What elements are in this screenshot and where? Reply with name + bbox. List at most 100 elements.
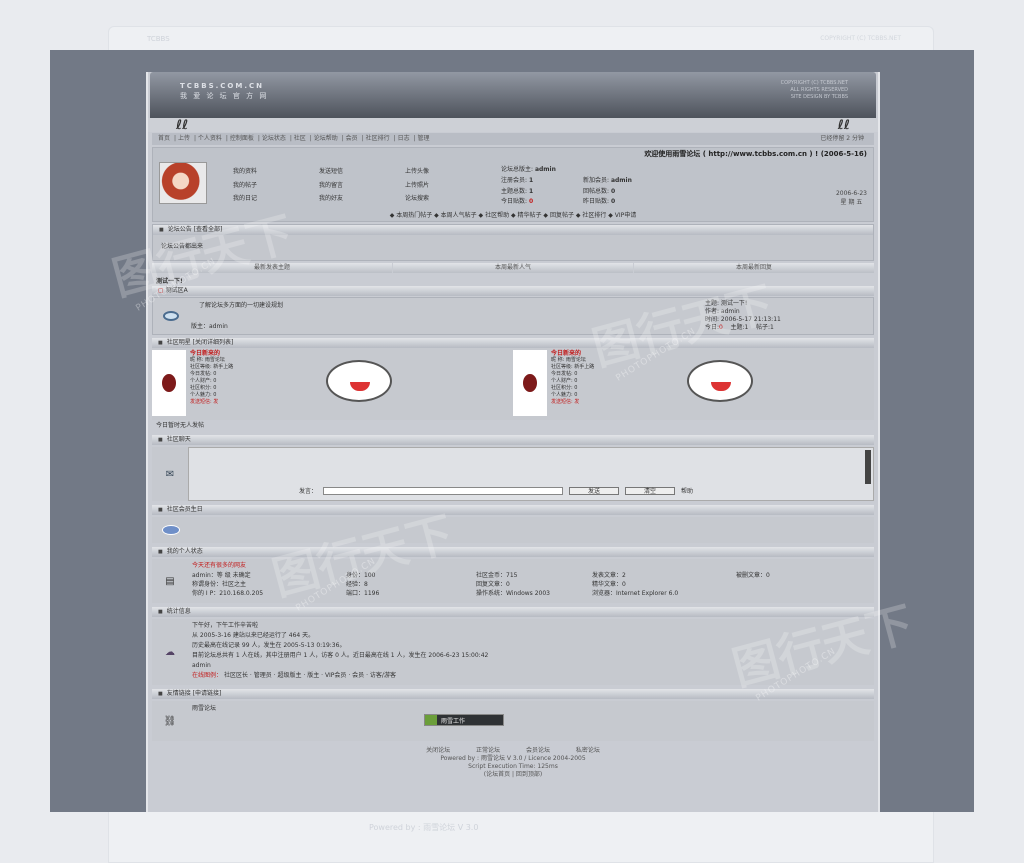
- friend-bar: ■ 友情链接 [申请链接]: [152, 689, 874, 699]
- send-button[interactable]: 发送: [569, 486, 620, 495]
- nav-admin[interactable]: 管理: [418, 135, 430, 142]
- topic-tabs: 最新发表主题 本周最新人气 本周最新回复: [152, 263, 874, 273]
- welcome-message: 欢迎使用雨雪论坛 ( http://www.tcbbs.com.cn ) ! (…: [644, 150, 867, 158]
- mascot-image: [687, 360, 753, 402]
- forum-desc: 了解论坛多方面的一切建设规划: [199, 302, 284, 309]
- birthday-icon: [162, 525, 180, 535]
- legend-closed: 关闭论坛: [426, 747, 451, 754]
- swirl-left-icon: ℓℓ: [176, 118, 189, 133]
- link-search[interactable]: 论坛搜索: [405, 193, 475, 206]
- nav-home[interactable]: 首页: [158, 135, 170, 142]
- link-my-diary[interactable]: 我的日记: [233, 193, 303, 206]
- nav-members[interactable]: 会员: [346, 135, 358, 142]
- nav-help[interactable]: 论坛帮助: [314, 135, 338, 142]
- chat-scrollbar[interactable]: [865, 450, 871, 484]
- nav-status[interactable]: 论坛状态: [262, 135, 286, 142]
- link-icon: ⛓: [163, 715, 177, 727]
- stars-bar: ■ 社区明星 [关闭详细列表]: [152, 338, 874, 348]
- friend-site[interactable]: 雨雪论坛: [188, 701, 504, 714]
- stars-footer: 今日暂时无人发帖: [156, 422, 205, 429]
- forum-row: 了解论坛多方面的一切建设规划 版主：admin 主题: 测试一下! 作者: ad…: [152, 297, 874, 335]
- link-upload-photo[interactable]: 上传照片: [405, 180, 475, 193]
- background-window-bottom: Powered by : 雨雪论坛 V 3.0: [108, 812, 934, 863]
- powered-by[interactable]: Powered by : 雨雪论坛 V 3.0 / Licence 2004-2…: [148, 755, 878, 763]
- current-date: 2006-6-23 星 期 五: [835, 190, 867, 206]
- online-user[interactable]: admin: [192, 661, 488, 671]
- forum-stats: 论坛总版主: admin 注册会员: 1 新加会员: admin 主题总数: 1…: [501, 166, 632, 206]
- announcement-body: 论坛公告都出来: [161, 243, 204, 250]
- star-avatar[interactable]: [513, 350, 547, 416]
- apply-link[interactable]: [申请链接]: [193, 690, 222, 697]
- link-upload-avatar[interactable]: 上传头像: [405, 166, 475, 179]
- category-title[interactable]: 测试一下!: [148, 275, 878, 286]
- chat-panel: ✉ 发言： 发送 清空 帮助: [152, 447, 874, 501]
- community-stars: 今日新来的 昵 称: 雨雪论坛 社区等级: 新手上路 今日发帖: 0 个人财产:…: [152, 348, 874, 420]
- mascot-image: [326, 360, 392, 402]
- nav-upload[interactable]: 上传: [178, 135, 190, 142]
- chat-icon: ✉: [165, 468, 175, 480]
- footer-links[interactable]: (论坛首页 | 回到顶部): [148, 771, 878, 779]
- decor-bar: ℓℓ ℓℓ: [148, 118, 878, 133]
- friend-links: ⛓ 雨雪论坛 雨雪工作: [152, 701, 874, 741]
- site-slogan: 我 爱 论 坛 官 方 网: [180, 92, 269, 100]
- nav-community[interactable]: 社区: [294, 135, 306, 142]
- announce-all-link[interactable]: [查看全部]: [194, 226, 223, 233]
- nav-diary[interactable]: 日志: [398, 135, 410, 142]
- forum-name-bar: ▢ 测试区A: [152, 286, 874, 296]
- site-logo[interactable]: TCBBS.COM.CN: [180, 82, 264, 90]
- star-card: 今日新来的 昵 称: 雨雪论坛 社区等级: 新手上路 今日发帖: 0 个人财产:…: [152, 348, 513, 420]
- nav-profile[interactable]: 个人资料: [198, 135, 222, 142]
- personal-bar: ■ 我的个人状态: [152, 547, 874, 557]
- friend-badge[interactable]: 雨雪工作: [424, 714, 504, 726]
- user-card-icon: ▤: [165, 575, 175, 587]
- legend-private: 私密论坛: [575, 747, 600, 754]
- user-panel: 欢迎使用雨雪论坛 ( http://www.tcbbs.com.cn ) ! (…: [152, 147, 874, 222]
- legend-normal: 正常论坛: [476, 747, 501, 754]
- page-footer: 关闭论坛 正常论坛 会员论坛 私密论坛 Powered by : 雨雪论坛 V …: [148, 743, 878, 779]
- link-my-posts[interactable]: 我的帖子: [233, 180, 303, 193]
- screenshot-frame: TCBBS.COM.CN 我 爱 论 坛 官 方 网 COPYRIGHT (C)…: [50, 50, 974, 812]
- stars-close-link[interactable]: [关闭详细列表]: [193, 339, 234, 346]
- personal-subtitle: 今天还有很多的网友: [192, 562, 247, 569]
- tab-weekly-popular[interactable]: 本周最新人气: [393, 263, 633, 273]
- background-window-top: TCBBS COPYRIGHT (C) TCBBS.NET: [108, 26, 934, 50]
- forum-page: TCBBS.COM.CN 我 爱 论 坛 官 方 网 COPYRIGHT (C)…: [146, 72, 880, 812]
- last-post-title[interactable]: 主题: 测试一下!: [705, 300, 871, 308]
- star-avatar[interactable]: [152, 350, 186, 416]
- forum-name[interactable]: 测试区A: [166, 287, 188, 294]
- chat-box: 发言： 发送 清空 帮助: [188, 447, 874, 501]
- avatar[interactable]: [159, 162, 207, 204]
- legend-members: 会员论坛: [525, 747, 550, 754]
- quick-links[interactable]: ◆ 本周热门帖子 ◆ 本周人气帖子 ◆ 社区帮助 ◆ 精华帖子 ◆ 回复帖子 ◆…: [153, 208, 873, 221]
- forum-last-post: 主题: 测试一下! 作者: admin 时间: 2006-5-17 21:13:…: [703, 298, 873, 334]
- nav-control-panel[interactable]: 控制面板: [230, 135, 254, 142]
- help-link[interactable]: 帮助: [681, 486, 693, 495]
- background-copyright: COPYRIGHT (C) TCBBS.NET: [820, 35, 901, 42]
- announcement: ■ 论坛公告 [查看全部] 论坛公告都出来: [152, 224, 874, 261]
- chat-bar: ■ 社区聊天: [152, 435, 874, 445]
- link-my-friends[interactable]: 我的好友: [319, 193, 389, 206]
- tab-latest-topics[interactable]: 最新发表主题: [152, 263, 392, 273]
- nav-ranking[interactable]: 社区排行: [366, 135, 390, 142]
- personal-status: ▤ 今天还有很多的网友 admin：等 级 未确定 身份：100 社区金币：715 发…: [152, 559, 874, 603]
- statistics: ☁ 下午好，下午工作辛苦啦 从 2005-3-16 建站以来已经运行了 464 …: [152, 619, 874, 685]
- link-my-profile[interactable]: 我的资料: [233, 166, 303, 179]
- header-copyright: COPYRIGHT (C) TCBBS.NET ALL RIGHTS RESER…: [780, 80, 848, 100]
- user-links: 我的资料 发送短信 上传头像 我的帖子 我的留言 上传照片 我的日记 我的好友 …: [233, 162, 475, 206]
- link-my-messages[interactable]: 我的留言: [319, 180, 389, 193]
- tab-latest-replies[interactable]: 本周最新回复: [634, 263, 874, 273]
- chat-input[interactable]: [323, 486, 564, 495]
- swirl-right-icon: ℓℓ: [837, 118, 850, 133]
- link-send-message[interactable]: 发送短信: [319, 166, 389, 179]
- forum-bubble-icon: [163, 311, 179, 321]
- star-card: 今日新来的 昵 称: 雨雪论坛 社区等级: 新手上路 今日发帖: 0 个人财产:…: [513, 348, 874, 420]
- birthday-bar: ■ 社区会员生日: [152, 505, 874, 515]
- clear-button[interactable]: 清空: [625, 486, 676, 495]
- stat-icon: ☁: [165, 646, 175, 658]
- forum-moderator[interactable]: 版主：admin: [191, 321, 701, 330]
- birthday-panel: [152, 517, 874, 543]
- background-title: TCBBS: [147, 35, 170, 43]
- stay-time: 已经停留 2 分钟: [820, 135, 864, 142]
- site-header: TCBBS.COM.CN 我 爱 论 坛 官 方 网 COPYRIGHT (C)…: [150, 72, 876, 118]
- online-legend: 在线图例： 社区区长 · 管理员 · 超级版主 · 版主 · VIP会员 · 会…: [192, 672, 396, 679]
